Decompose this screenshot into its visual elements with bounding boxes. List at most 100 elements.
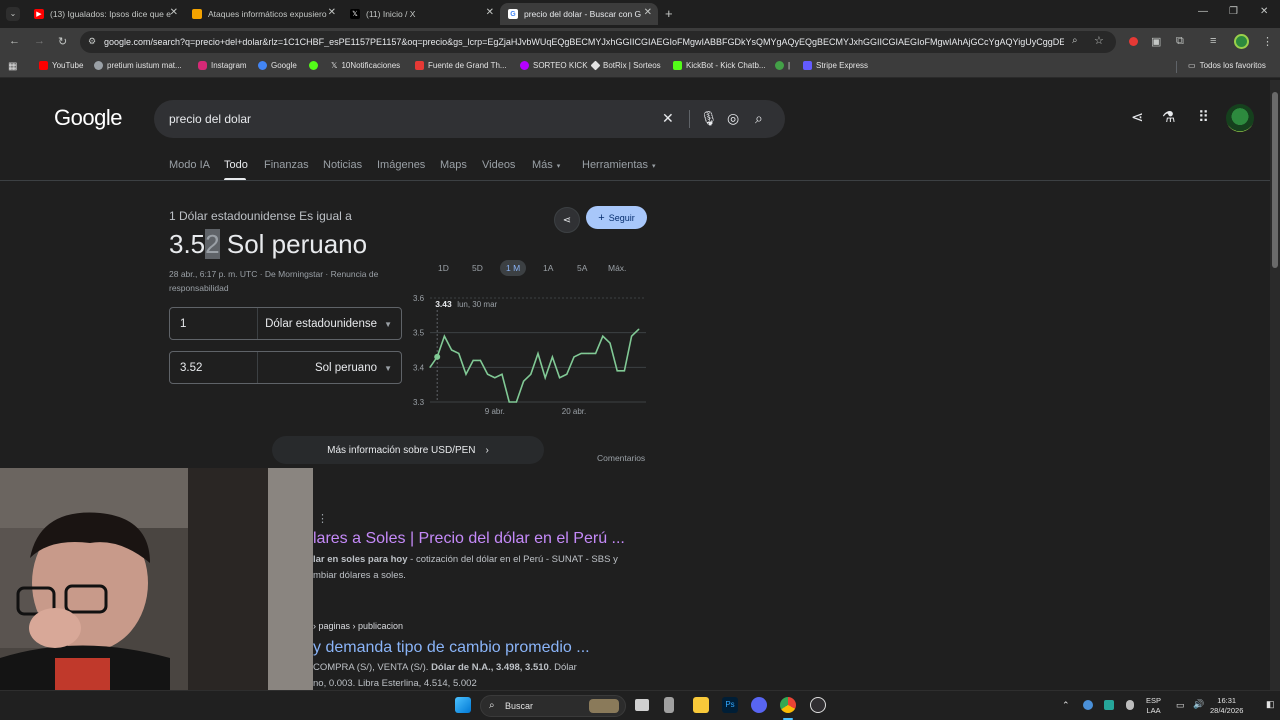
browser-menu-icon[interactable]: ⋮: [1262, 35, 1273, 48]
follow-button[interactable]: + Seguir: [586, 206, 647, 229]
more-info-button[interactable]: Más información sobre USD/PEN ›: [272, 436, 544, 464]
bookmark-10notificaciones[interactable]: 𝕏 10Notificaciones: [331, 61, 400, 70]
apps-grid-icon[interactable]: ▦: [8, 61, 17, 72]
extension-red-icon[interactable]: [1129, 37, 1138, 46]
tab-herramientas[interactable]: Herramientas ▾: [582, 159, 656, 171]
bookmark-sorteo-kick[interactable]: SORTEO KICK: [520, 61, 588, 70]
bookmark-youtube[interactable]: YouTube: [39, 61, 83, 70]
close-icon[interactable]: ✕: [486, 7, 494, 18]
all-bookmarks[interactable]: ▭ Todos los favoritos: [1188, 61, 1266, 70]
profile-avatar-icon[interactable]: [1234, 34, 1249, 49]
microphone-icon[interactable]: 🎙: [700, 110, 718, 127]
tab-mas[interactable]: Más ▾: [532, 159, 560, 171]
search-input[interactable]: precio del dolar ✕ 🎙 ◎ ⌕: [154, 100, 785, 138]
obs-icon[interactable]: [810, 697, 826, 713]
page-scrollbar[interactable]: [1270, 80, 1280, 690]
bookmark-instagram[interactable]: Instagram: [198, 61, 247, 70]
tab-todo[interactable]: Todo: [224, 159, 248, 171]
range-max[interactable]: Máx.: [602, 260, 632, 276]
bookmark-unnamed[interactable]: [309, 61, 322, 70]
range-5a[interactable]: 5A: [571, 260, 593, 276]
apps-grid-icon[interactable]: ⠿: [1198, 108, 1209, 126]
discord-icon[interactable]: [751, 697, 767, 713]
tab-noticias[interactable]: Noticias: [323, 159, 362, 171]
tab-x[interactable]: 𝕏 (11) Inicio / X ✕: [342, 3, 500, 25]
minimize-icon[interactable]: —: [1198, 6, 1208, 17]
restore-icon[interactable]: ❐: [1229, 6, 1238, 17]
tab-youtube[interactable]: ▶ (13) Igualados: Ipsos dice que e ✕: [26, 3, 184, 25]
back-icon[interactable]: ←: [9, 35, 20, 47]
result-title[interactable]: lares a Soles | Precio del dólar en el P…: [313, 530, 625, 548]
extension-icon[interactable]: ▣: [1151, 35, 1161, 48]
tab-search-dropdown-icon[interactable]: ⌄: [6, 7, 20, 21]
tray-app-icon[interactable]: [1083, 700, 1093, 710]
language-indicator[interactable]: ESP LAA: [1146, 696, 1161, 716]
site-info-icon[interactable]: ⚙: [88, 36, 96, 47]
forward-icon[interactable]: →: [34, 35, 45, 47]
extensions-puzzle-icon[interactable]: ⧉: [1176, 35, 1184, 48]
account-avatar[interactable]: [1226, 104, 1254, 132]
address-bar[interactable]: ⚙ google.com/search?q=precio+del+dolar&r…: [80, 31, 1116, 53]
clock[interactable]: 16:31 28/4/2026: [1210, 696, 1243, 716]
google-logo[interactable]: Google: [54, 105, 122, 131]
rate-source[interactable]: De Morningstar: [265, 269, 323, 279]
close-window-icon[interactable]: ✕: [1260, 6, 1268, 17]
tab-modo-ia[interactable]: Modo IA: [169, 159, 210, 171]
range-1d[interactable]: 1D: [432, 260, 455, 276]
range-5d[interactable]: 5D: [466, 260, 489, 276]
bookmark-pretium[interactable]: pretium iustum mat...: [94, 61, 182, 70]
photoshop-icon[interactable]: Ps: [722, 697, 738, 713]
tab-finanzas[interactable]: Finanzas: [264, 159, 309, 171]
labs-flask-icon[interactable]: ⚗: [1162, 108, 1175, 126]
chrome-icon[interactable]: [780, 697, 796, 713]
lens-camera-icon[interactable]: ◎: [727, 110, 739, 127]
result-breadcrumb[interactable]: › paginas › publicacion: [313, 621, 403, 631]
close-icon[interactable]: ✕: [328, 7, 336, 18]
share-icon[interactable]: ⋖: [1131, 108, 1144, 126]
bookmark-whatsapp[interactable]: |: [775, 61, 790, 70]
close-icon[interactable]: ✕: [644, 7, 652, 18]
feedback-link[interactable]: Comentarios: [597, 453, 645, 463]
exchange-rate-chart[interactable]: 3.6 3.5 3.4 3.3 9 abr. 20 abr. 3.43 lun, 30 mar: [408, 292, 650, 422]
highlight-point[interactable]: [434, 353, 441, 360]
reading-list-icon[interactable]: ≡: [1210, 35, 1216, 47]
range-1a[interactable]: 1A: [537, 260, 559, 276]
to-amount-input[interactable]: 3.52: [170, 352, 258, 383]
windows-start-icon[interactable]: [455, 697, 471, 713]
taskbar-search[interactable]: ⌕ Buscar: [480, 695, 626, 717]
to-currency-select[interactable]: Sol peruano ▼: [258, 362, 401, 374]
close-icon[interactable]: ✕: [170, 7, 178, 18]
tab-videos[interactable]: Videos: [482, 159, 515, 171]
bookmark-botrix[interactable]: BotRix | Sorteos: [590, 60, 661, 71]
bookmark-kickbot[interactable]: KickBot - Kick Chatb...: [673, 61, 766, 70]
scrollbar-thumb[interactable]: [1272, 92, 1278, 268]
from-amount-input[interactable]: 1: [170, 308, 258, 339]
reload-icon[interactable]: ↻: [58, 35, 67, 48]
from-currency-select[interactable]: Dólar estadounidense ▼: [258, 318, 401, 330]
more-options-icon[interactable]: ⋮: [317, 512, 328, 525]
show-hidden-icons[interactable]: ⌃: [1062, 700, 1070, 710]
result-title[interactable]: y demanda tipo de cambio promedio ...: [313, 639, 590, 657]
tab-maps[interactable]: Maps: [440, 159, 467, 171]
file-explorer-icon[interactable]: [693, 697, 709, 713]
tab-google-search[interactable]: G precio del dolar - Buscar con G ✕: [500, 3, 658, 25]
share-button[interactable]: ⋖: [554, 207, 580, 233]
range-1m[interactable]: 1 M: [500, 260, 527, 276]
task-view-icon[interactable]: [635, 699, 649, 711]
zoom-icon[interactable]: ⌕: [1072, 35, 1078, 46]
tray-app-icon[interactable]: [1126, 700, 1134, 710]
bookmark-star-icon[interactable]: ☆: [1094, 34, 1104, 47]
bookmark-stripe[interactable]: Stripe Express: [803, 61, 868, 70]
network-icon[interactable]: ▭: [1176, 700, 1185, 710]
new-tab-icon[interactable]: +: [665, 6, 673, 21]
clear-icon[interactable]: ✕: [662, 110, 674, 127]
volume-icon[interactable]: 🔊: [1193, 699, 1204, 709]
tab-news[interactable]: Ataques informáticos expusiero ✕: [184, 3, 342, 25]
bookmark-google[interactable]: Google: [258, 61, 297, 70]
tray-app-icon[interactable]: [1104, 700, 1114, 710]
widgets-icon[interactable]: [664, 697, 674, 713]
search-icon[interactable]: ⌕: [755, 110, 763, 127]
tab-imagenes[interactable]: Imágenes: [377, 159, 425, 171]
notifications-icon[interactable]: ◧: [1266, 699, 1275, 709]
bookmark-gta[interactable]: Fuente de Grand Th...: [415, 61, 507, 70]
